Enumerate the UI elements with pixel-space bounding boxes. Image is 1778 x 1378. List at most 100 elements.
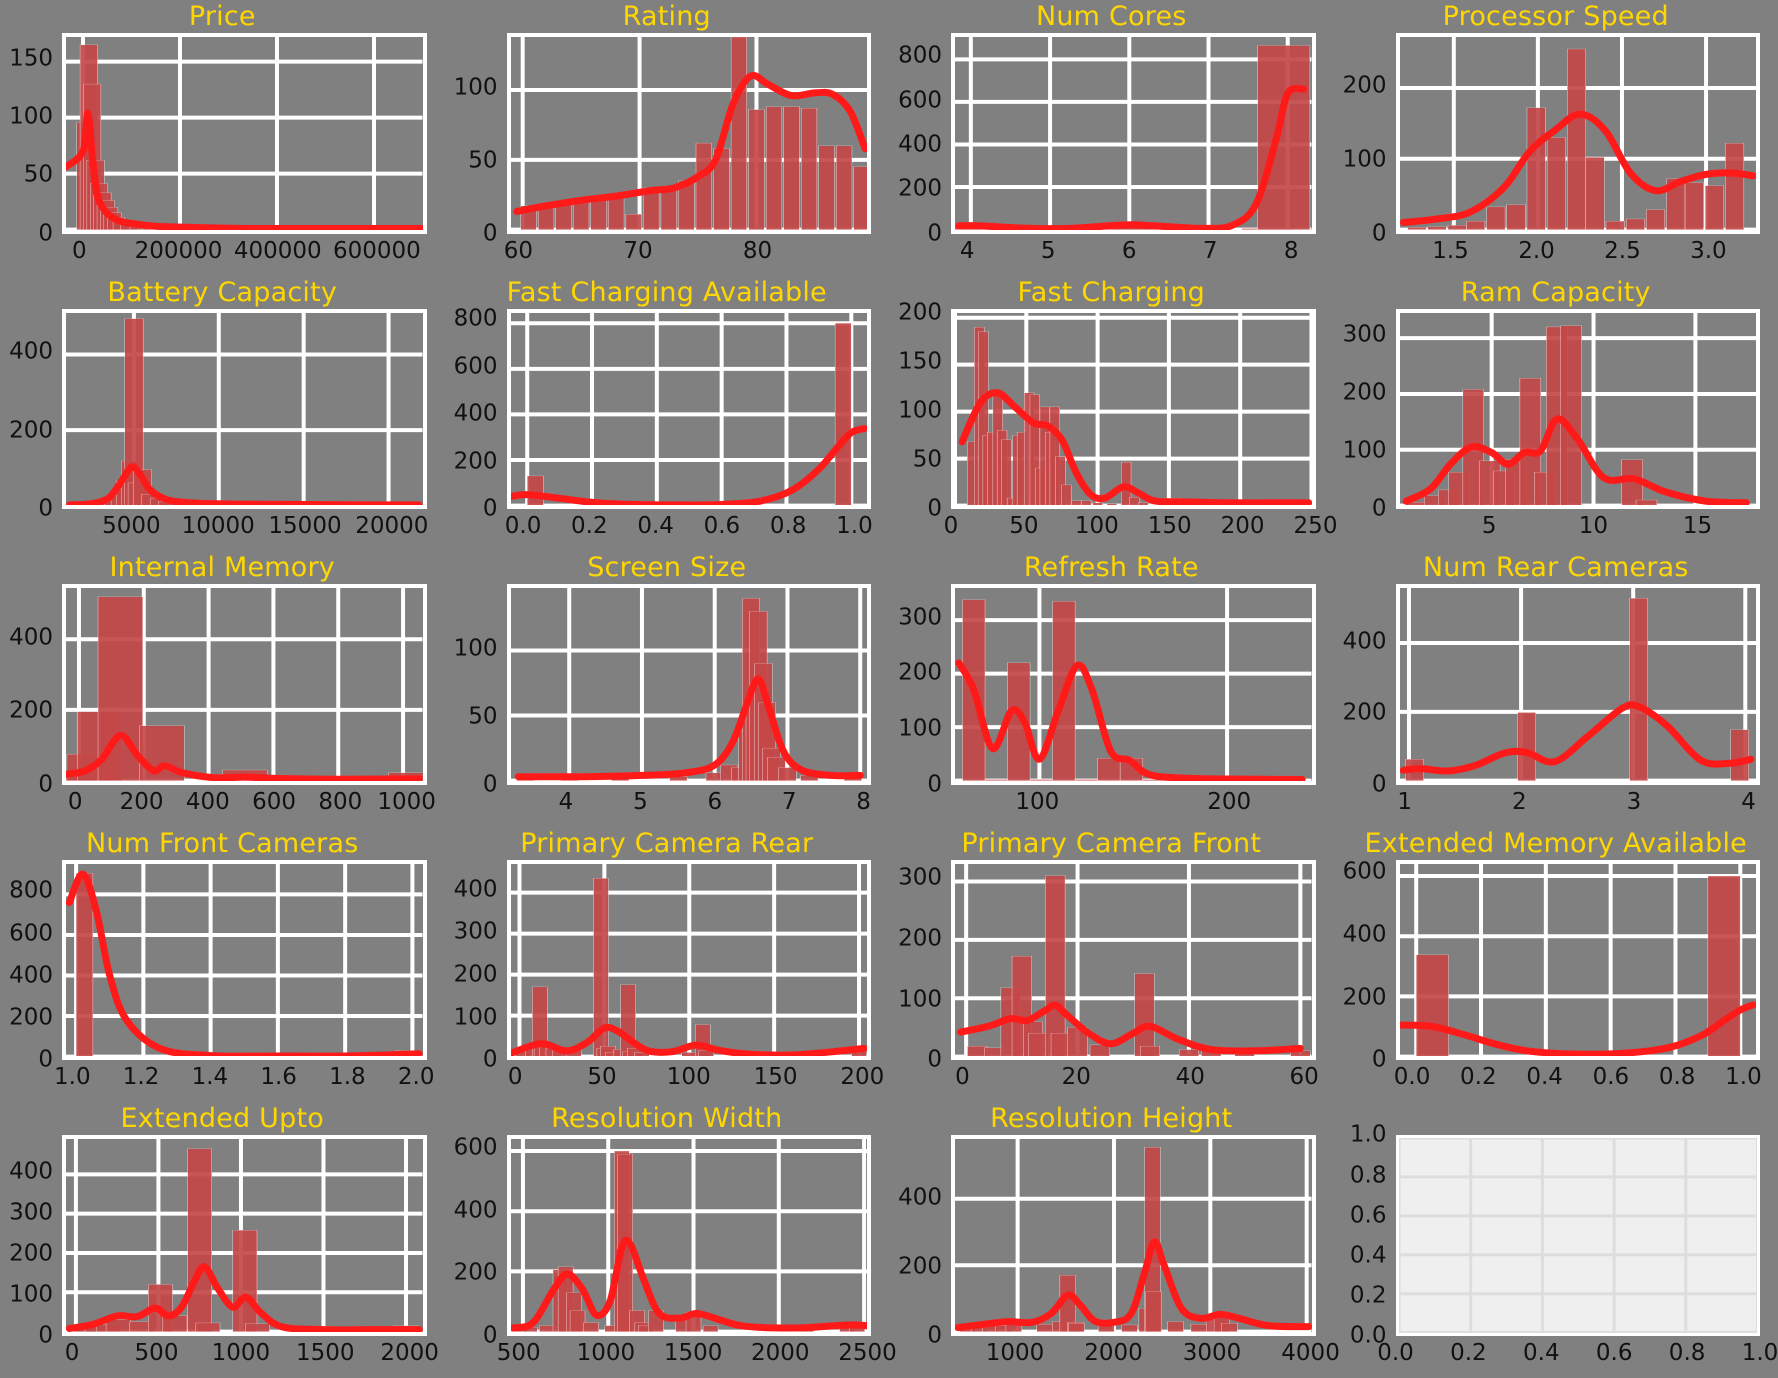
subplot-panel: Num Cores 0 200 400 600 800 4 5 6 7 8 <box>889 0 1334 276</box>
y-tick-label: 300 <box>1342 321 1387 348</box>
x-tick-label: 0.4 <box>1523 1340 1560 1366</box>
x-tick-label: 5 <box>1040 237 1056 264</box>
y-tick-label: 0.8 <box>1349 1162 1387 1188</box>
y-tick-label: 200 <box>453 961 498 988</box>
panel-title: Refresh Rate <box>1023 552 1199 584</box>
x-tick-label: 3.0 <box>1690 237 1727 264</box>
x-tick-label: 5 <box>1481 513 1497 540</box>
y-tick-label: 0 <box>482 771 498 798</box>
subplot-panel: Battery Capacity 0 200 400 5000 10000 15000 200… <box>0 276 445 552</box>
x-tick-label: 1.4 <box>191 1064 229 1091</box>
plot-area <box>1395 859 1760 1061</box>
x-tick-label: 2000 <box>751 1340 810 1366</box>
plot-area <box>506 584 871 785</box>
x-tick-label: 1.2 <box>122 1064 160 1091</box>
x-tick-label: 400 <box>185 788 230 815</box>
x-tick-label: 0.2 <box>1450 1340 1487 1366</box>
plot-area <box>1395 308 1760 510</box>
panel-title: Fast Charging <box>1017 276 1205 308</box>
panel-title: Num Front Cameras <box>86 827 359 859</box>
x-tick-label: 150 <box>753 1064 798 1091</box>
kde-curve <box>66 113 423 228</box>
x-tick-label: 150 <box>1147 513 1192 540</box>
x-tick-label: 7 <box>781 788 797 815</box>
y-tick-label: 200 <box>9 1004 53 1031</box>
subplot-panel: Processor Speed 0 100 200 1.5 2.0 2.5 3.0 <box>1334 0 1778 276</box>
y-tick-label: 100 <box>9 1281 53 1308</box>
panel-title: Internal Memory <box>109 552 335 584</box>
y-tick-label: 200 <box>898 925 942 952</box>
y-tick-label: 200 <box>9 417 53 444</box>
y-tick-label: 100 <box>1342 146 1387 173</box>
x-tick-label: 0.8 <box>1668 1340 1706 1366</box>
x-tick-label: 100 <box>1074 513 1119 540</box>
y-tick-label: 400 <box>453 1197 498 1224</box>
x-tick-label: 3000 <box>1182 1340 1242 1366</box>
y-tick-label: 0 <box>1371 1046 1387 1073</box>
panel-title: Primary Camera Front <box>961 827 1262 859</box>
subplot-panel: Refresh Rate 0 100 200 300 100 200 <box>889 551 1334 827</box>
x-tick-label: 800 <box>318 788 363 815</box>
panel-title: Fast Charging Available <box>506 276 827 308</box>
y-tick-label: 600 <box>453 353 498 380</box>
x-tick-label: 2.5 <box>1604 237 1641 264</box>
plot-area <box>62 33 427 234</box>
y-tick-label: 400 <box>898 1184 942 1211</box>
y-tick-label: 400 <box>9 962 53 989</box>
kde-curve <box>69 874 419 1056</box>
y-tick-label: 0 <box>927 220 942 247</box>
kde-curve <box>511 428 864 504</box>
x-tick-label: 5000 <box>102 513 161 540</box>
plot-area <box>951 33 1316 234</box>
y-tick-label: 0 <box>927 771 942 798</box>
x-tick-label: 2000 <box>1084 1340 1143 1366</box>
x-tick-label: 1.0 <box>836 513 873 540</box>
x-tick-label: 1000 <box>576 1340 636 1366</box>
x-tick-label: 0 <box>64 1340 80 1366</box>
x-tick-label: 1500 <box>295 1340 355 1366</box>
y-tick-label: 200 <box>1342 699 1387 726</box>
y-tick-label: 50 <box>912 446 942 473</box>
x-tick-label: 250 <box>1293 513 1338 540</box>
x-tick-label: 200000 <box>134 237 223 264</box>
y-tick-label: 600 <box>898 87 942 114</box>
subplot-panel: Primary Camera Rear 0 100 200 300 400 0 50 100 15… <box>445 827 890 1103</box>
y-tick-label: 400 <box>453 400 498 427</box>
y-tick-label: 100 <box>9 103 53 130</box>
subplot-panel: Num Rear Cameras 0 200 400 1 2 3 4 <box>1334 551 1778 827</box>
subplot-panel: Resolution Height 0 200 400 1000 2000 3000 4000 <box>889 1102 1340 1378</box>
x-tick-label: 400000 <box>233 237 322 264</box>
x-tick-label: 10000 <box>181 513 255 540</box>
x-tick-label: 1000 <box>211 1340 271 1366</box>
y-tick-label: 600 <box>1342 858 1387 885</box>
x-tick-label: 0.6 <box>703 513 741 540</box>
y-tick-label: 0 <box>38 771 53 798</box>
x-tick-label: 2500 <box>838 1340 897 1366</box>
panel-title: Num Rear Cameras <box>1422 552 1689 584</box>
y-tick-label: 50 <box>468 147 498 174</box>
x-tick-label: 1.0 <box>54 1064 91 1091</box>
y-tick-label: 100 <box>898 715 942 742</box>
subplot-grid: Price 0 50 100 150 0 200000 400000 600000 Rating 0… <box>0 0 1778 1378</box>
x-tick-label: 0.8 <box>1658 1064 1696 1091</box>
subplot-panel: Extended Memory Available 0 200 400 600 0.0 0.… <box>1334 827 1778 1103</box>
plot-area <box>506 1135 871 1336</box>
plot-area <box>1395 584 1760 785</box>
x-tick-label: 8 <box>1283 237 1299 264</box>
kde-curve <box>1403 705 1751 771</box>
y-tick-label: 800 <box>898 42 942 69</box>
y-tick-label: 200 <box>1342 984 1387 1011</box>
plot-area <box>951 1135 1316 1336</box>
y-tick-label: 300 <box>898 864 942 891</box>
plot-area <box>62 308 427 510</box>
y-tick-label: 200 <box>898 659 942 686</box>
y-tick-label: 0.4 <box>1349 1242 1387 1269</box>
panel-title: Resolution Width <box>551 1103 783 1135</box>
x-tick-label: 3 <box>1626 788 1642 815</box>
plot-area <box>951 308 1316 510</box>
subplot-panel: 0.0 0.2 0.4 0.6 0.8 1.0 0.0 0.2 0.4 0.6 0.8 1.0 <box>1334 1102 1778 1378</box>
x-tick-label: 1 <box>1397 788 1412 815</box>
x-tick-label: 4 <box>1741 788 1756 815</box>
y-tick-label: 0 <box>482 495 498 522</box>
x-tick-label: 6 <box>707 788 723 815</box>
